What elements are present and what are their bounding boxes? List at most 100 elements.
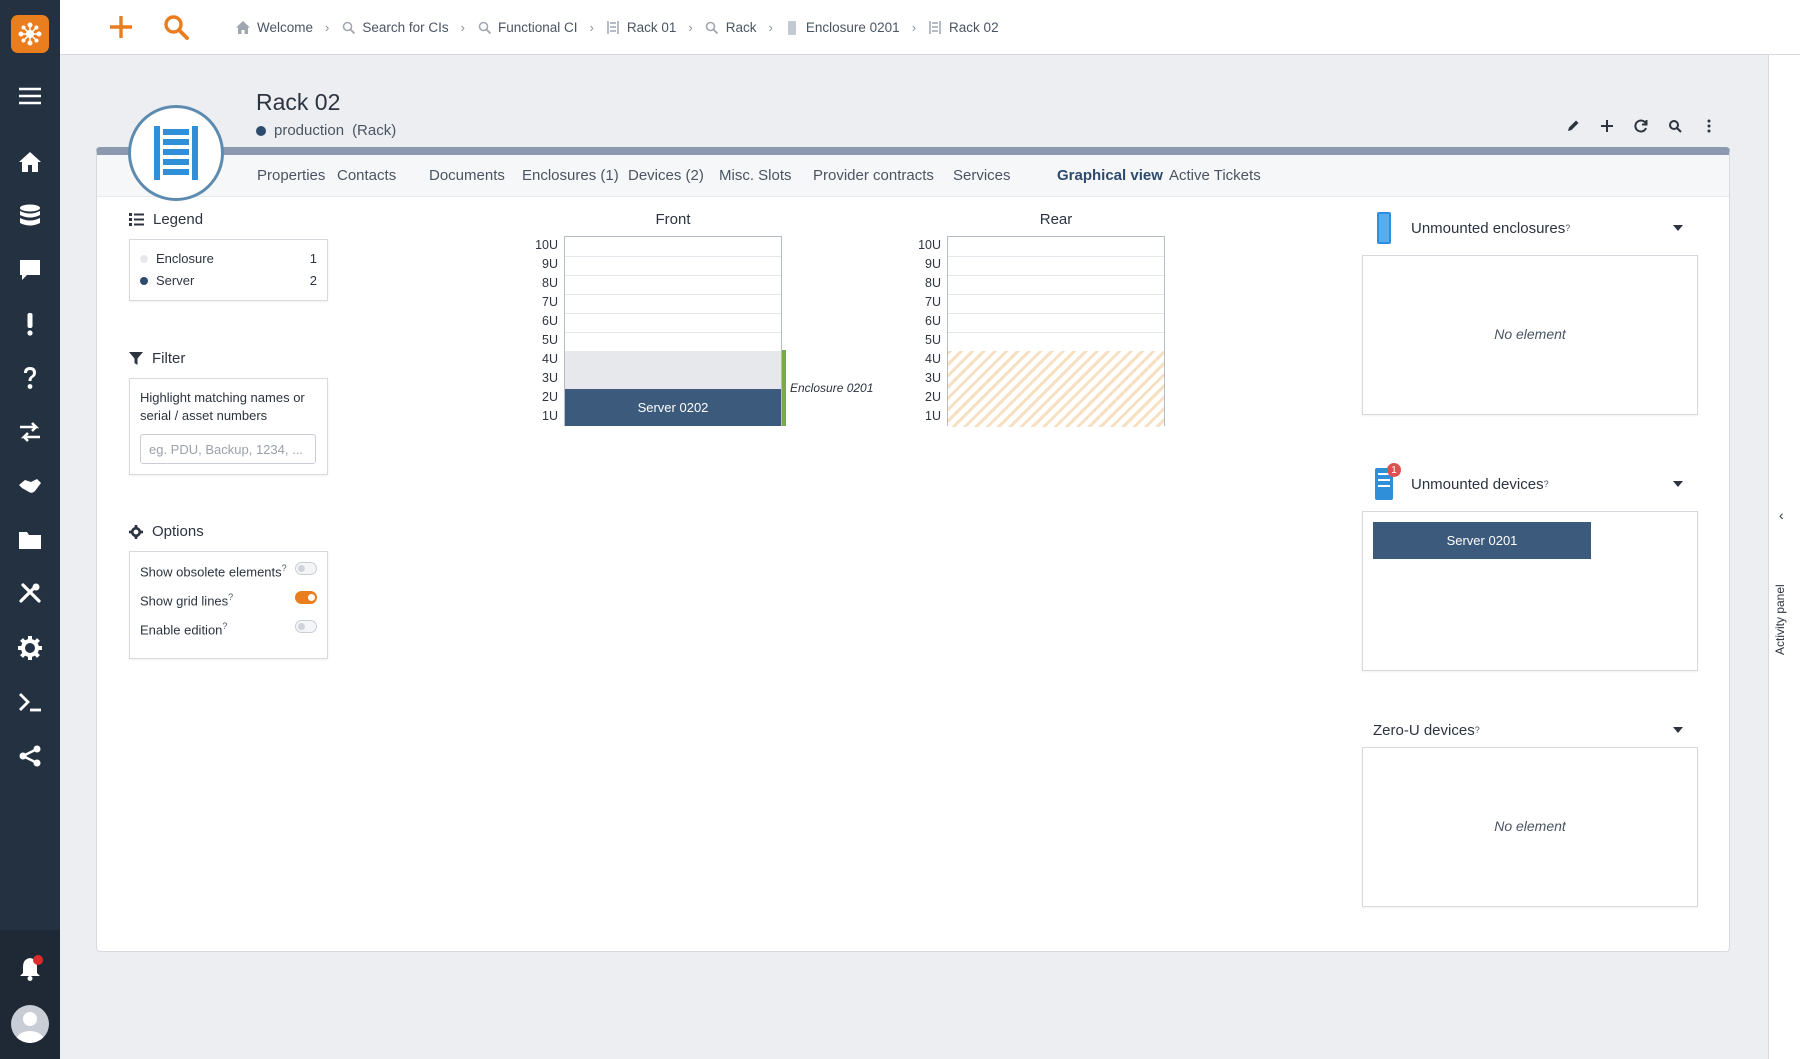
panel-title: Unmounted enclosures — [1411, 219, 1566, 237]
object-icon — [128, 105, 224, 201]
gear-icon[interactable] — [15, 633, 45, 663]
tab-devices-2[interactable]: Devices (2) — [628, 167, 704, 184]
help-marker[interactable]: ? — [228, 592, 233, 602]
server-0201[interactable]: Server 0201 — [1373, 522, 1591, 559]
sidebar — [0, 0, 60, 1059]
legend-label: Server — [156, 273, 195, 288]
filter-icon — [129, 351, 143, 365]
activity-panel[interactable]: ‹ Activity panel — [1768, 55, 1800, 1059]
activity-panel-label: Activity panel — [1773, 584, 1787, 655]
app-logo[interactable] — [11, 15, 49, 53]
share-icon[interactable] — [15, 741, 45, 771]
breadcrumb-item[interactable]: Welcome — [236, 20, 313, 35]
rack-icon — [154, 126, 198, 180]
home-icon[interactable] — [15, 147, 45, 177]
gear-icon — [129, 524, 143, 539]
breadcrumb-item[interactable]: Functional CI — [477, 20, 578, 35]
search-icon[interactable] — [1664, 115, 1686, 137]
rack-unit-label: 9U — [542, 257, 558, 271]
rear-title: Rear — [1039, 211, 1073, 228]
more-icon[interactable] — [1698, 115, 1720, 137]
object-status: production (Rack) — [256, 122, 396, 139]
breadcrumb-label: Rack 02 — [949, 20, 999, 35]
option-enable-edition: Enable edition? — [140, 620, 317, 637]
unmounted-devices-header[interactable]: 1 Unmounted devices? — [1373, 463, 1683, 501]
plus-icon[interactable] — [1596, 115, 1618, 137]
question-icon[interactable] — [15, 363, 45, 393]
rack-unit-row — [565, 332, 781, 351]
tab-active-tickets[interactable]: Active Tickets — [1169, 167, 1261, 184]
help-marker[interactable]: ? — [1565, 223, 1570, 233]
rack-unit-label: 1U — [542, 409, 558, 423]
grid-toggle[interactable] — [295, 591, 317, 604]
legend-item-server[interactable]: Server 2 — [140, 273, 317, 288]
help-marker[interactable]: ? — [282, 563, 287, 573]
option-show-obsolete: Show obsolete elements? — [140, 562, 317, 579]
enclosure-label[interactable]: Enclosure 0201 — [790, 381, 873, 395]
option-label: Show grid lines — [140, 593, 229, 609]
rear-rack — [947, 236, 1165, 427]
tab-misc-slots[interactable]: Misc. Slots — [719, 167, 792, 184]
unmounted-enclosures-header[interactable]: Unmounted enclosures? — [1373, 211, 1683, 245]
server-label: Server 0201 — [1446, 533, 1518, 548]
server-0202[interactable]: Server 0202 — [565, 389, 781, 426]
terminal-icon[interactable] — [15, 687, 45, 717]
enclosure-slot[interactable] — [565, 351, 781, 389]
breadcrumb-item[interactable]: Search for CIs — [341, 20, 449, 35]
avatar[interactable] — [11, 1005, 49, 1043]
help-marker[interactable]: ? — [1544, 479, 1549, 489]
database-icon[interactable] — [15, 201, 45, 231]
tab-enclosures-1[interactable]: Enclosures (1) — [522, 167, 619, 184]
chat-icon[interactable] — [15, 255, 45, 285]
chevron-down-icon[interactable] — [1673, 727, 1683, 733]
breadcrumb-item[interactable]: Rack 01 — [606, 20, 676, 35]
legend-dot — [140, 276, 148, 285]
handshake-icon[interactable] — [15, 471, 45, 501]
tab-provider-contracts[interactable]: Provider contracts — [813, 167, 934, 184]
rack-unit-row — [948, 313, 1164, 332]
rack-unit-row — [948, 237, 1164, 256]
filter-title: Filter — [152, 350, 186, 367]
device-count-badge: 1 — [1387, 463, 1401, 477]
menu-icon[interactable] — [15, 81, 45, 111]
chevron-left-icon[interactable]: ‹ — [1779, 507, 1784, 523]
zero-u-devices-header[interactable]: Zero-U devices? — [1373, 713, 1683, 747]
main-content: Rack 02 production (Rack) Properties Cont… — [96, 55, 1730, 1059]
status-dot — [256, 125, 266, 136]
breadcrumb-item[interactable]: Rack — [705, 20, 757, 35]
edition-toggle[interactable] — [295, 620, 317, 633]
breadcrumb-item[interactable]: Enclosure 0201 — [785, 20, 900, 35]
tab-services[interactable]: Services — [953, 167, 1011, 184]
rack-unit-label: 7U — [542, 295, 558, 309]
options-title: Options — [152, 523, 204, 540]
rack-unit-row — [565, 275, 781, 294]
exclamation-icon[interactable] — [15, 309, 45, 339]
filter-input[interactable] — [140, 434, 316, 464]
tab-properties[interactable]: Properties — [257, 167, 325, 184]
exchange-icon[interactable] — [15, 417, 45, 447]
rack-unit-row — [948, 294, 1164, 313]
help-marker[interactable]: ? — [222, 621, 227, 631]
home-icon — [236, 21, 250, 35]
breadcrumb: Welcome › Search for CIs › Functional CI › Rac… — [236, 0, 999, 55]
search-icon[interactable] — [161, 12, 191, 42]
rack-unit-label: 4U — [925, 352, 941, 366]
chevron-down-icon[interactable] — [1673, 225, 1683, 231]
refresh-icon[interactable] — [1630, 115, 1652, 137]
breadcrumb-item[interactable]: Rack 02 — [928, 20, 999, 35]
tab-documents[interactable]: Documents — [429, 167, 505, 184]
tab-contacts[interactable]: Contacts — [337, 167, 396, 184]
add-icon[interactable] — [106, 12, 136, 42]
obsolete-toggle[interactable] — [295, 562, 317, 575]
tab-graphical-view[interactable]: Graphical view — [1057, 167, 1163, 184]
tools-icon[interactable] — [15, 579, 45, 609]
filter-help-text: Highlight matching names or serial / ass… — [140, 390, 305, 423]
legend-item-enclosure[interactable]: Enclosure 1 — [140, 251, 317, 266]
bell-icon[interactable] — [15, 954, 45, 984]
rack-icon — [928, 21, 942, 35]
help-marker[interactable]: ? — [1475, 725, 1480, 735]
legend-label: Enclosure — [156, 251, 214, 266]
chevron-down-icon[interactable] — [1673, 481, 1683, 487]
edit-icon[interactable] — [1562, 115, 1584, 137]
folder-icon[interactable] — [15, 525, 45, 555]
